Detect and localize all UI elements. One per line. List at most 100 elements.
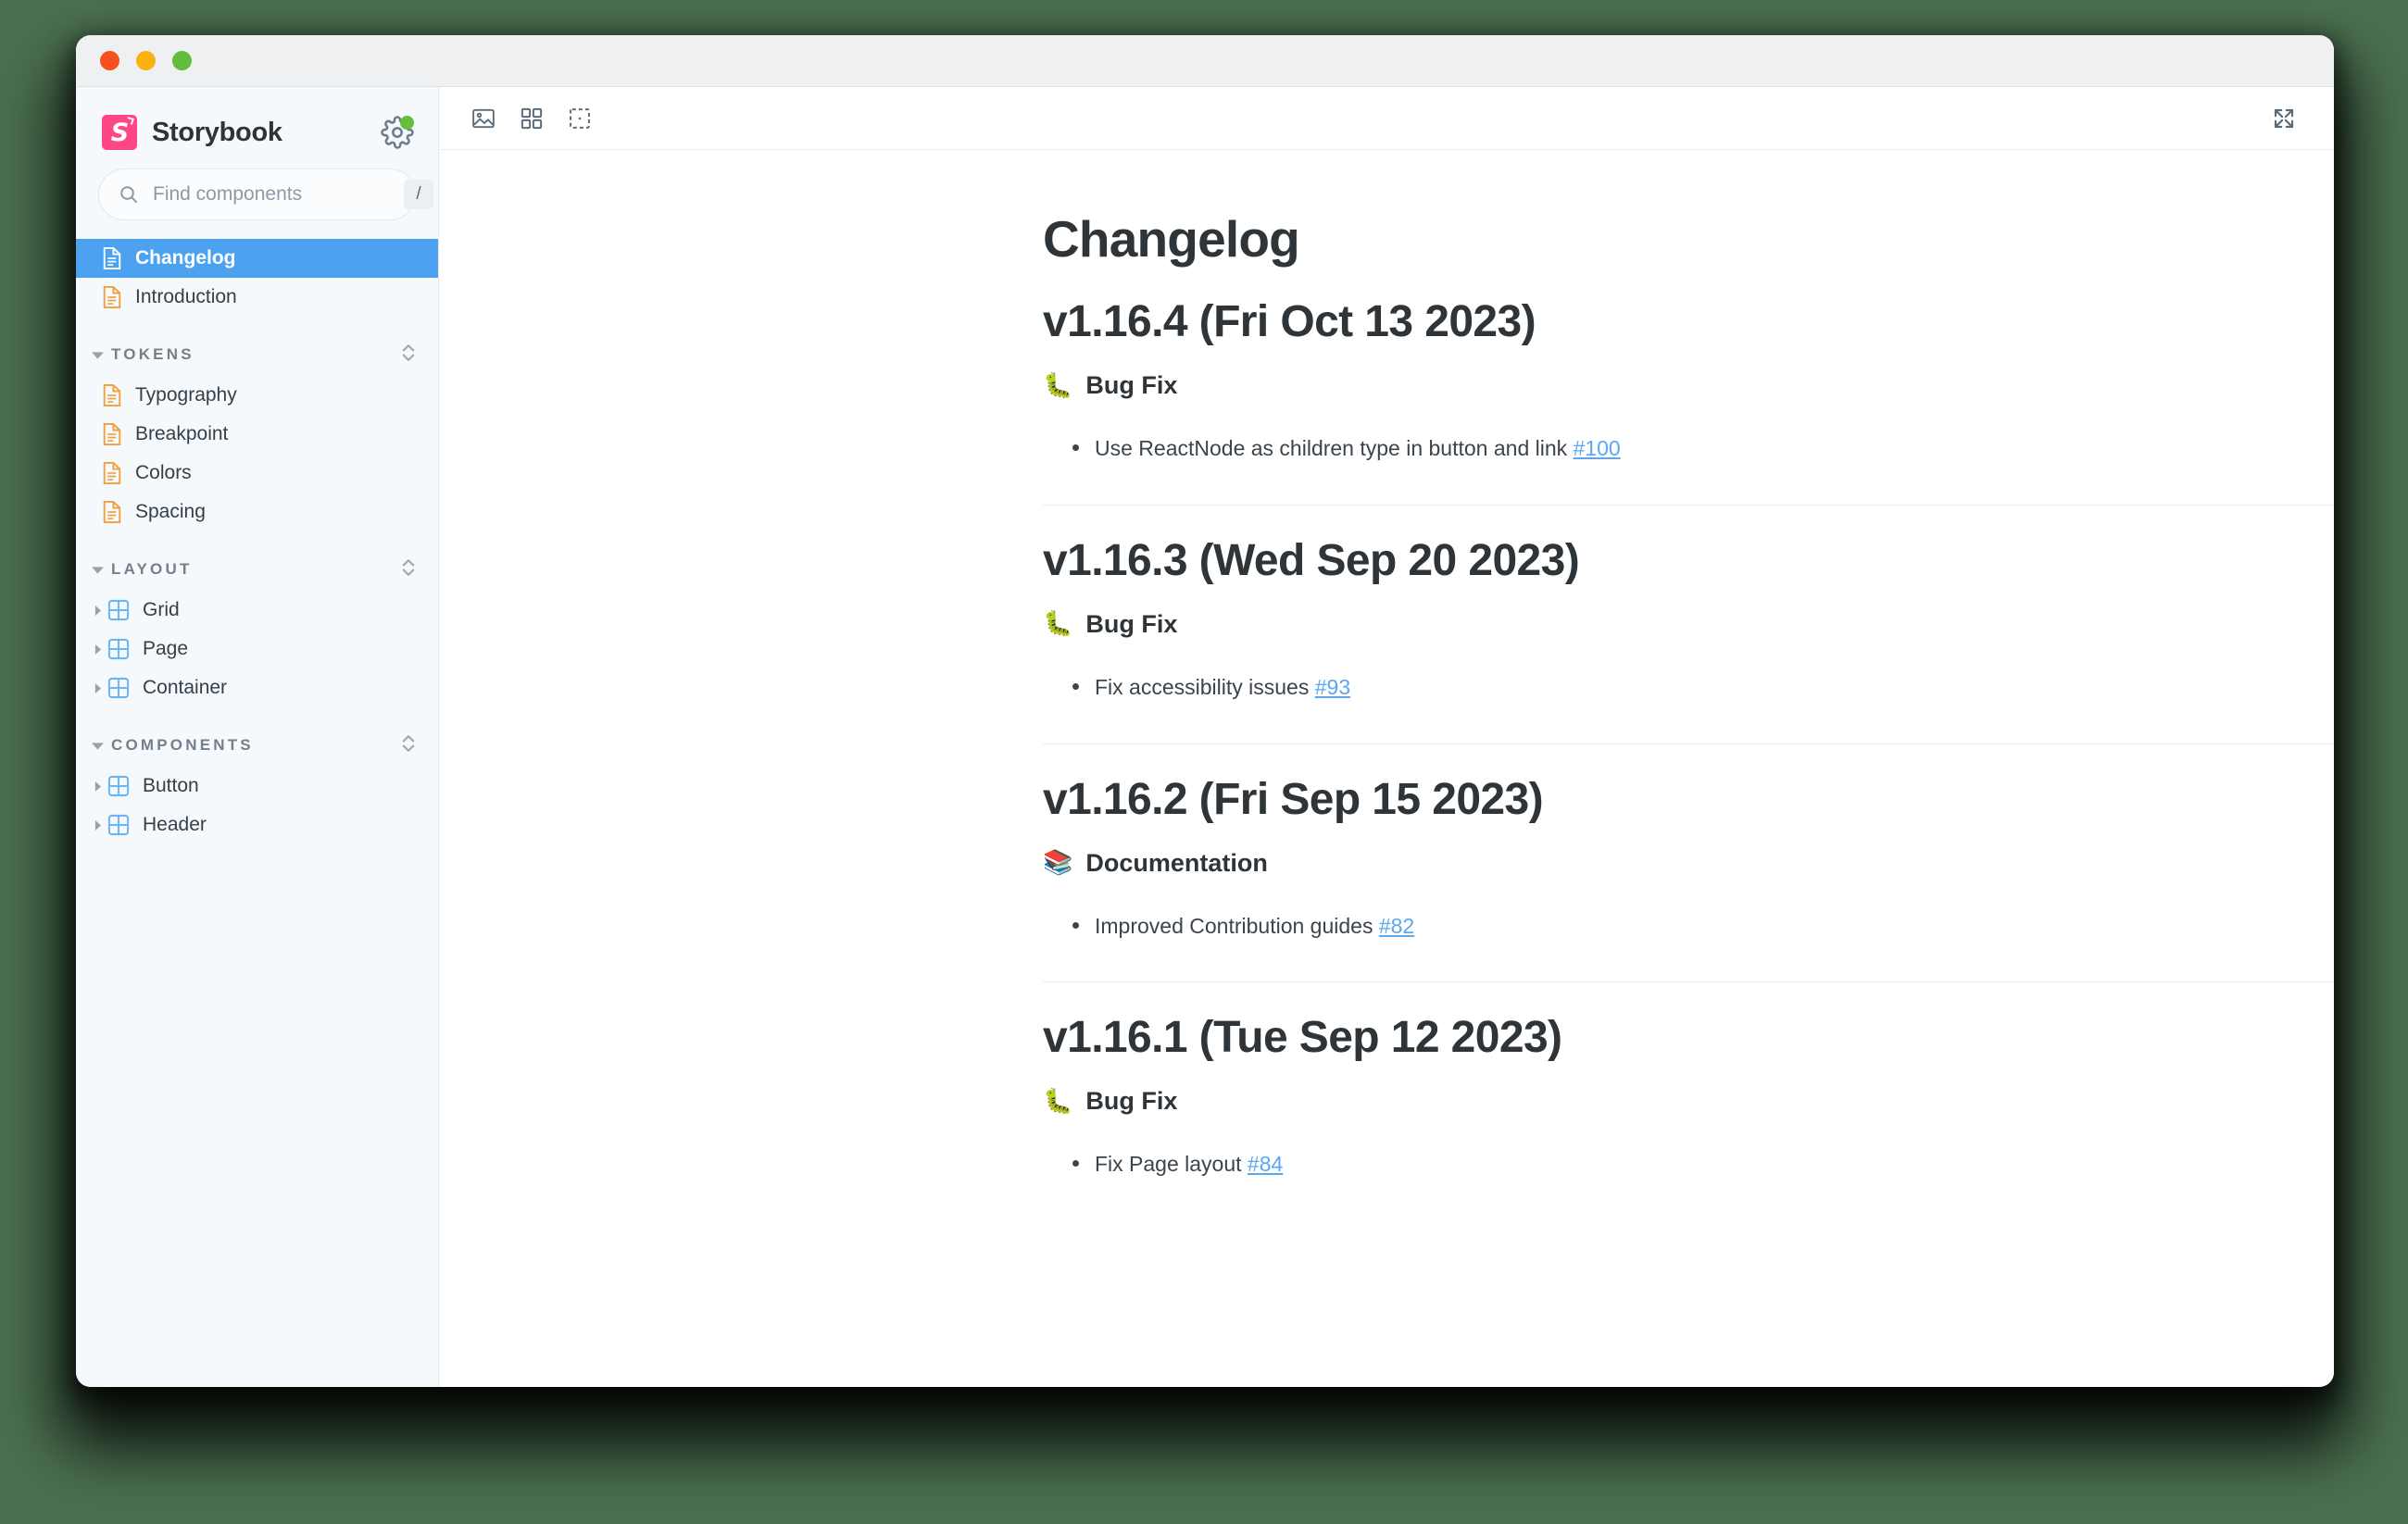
sidebar-group-layout[interactable]: LAYOUT: [76, 548, 438, 591]
pr-link[interactable]: #82: [1379, 914, 1414, 938]
release-section: v1.16.3 (Wed Sep 20 2023) 🐛 Bug Fix Fix …: [1043, 535, 2334, 748]
status-dot: [400, 116, 414, 130]
list-item: Improved Contribution guides #82: [1069, 909, 2278, 943]
fullscreen-icon: [2274, 108, 2294, 128]
section-divider: [1043, 743, 2334, 744]
change-list: Use ReactNode as children type in button…: [1069, 431, 2278, 466]
content-panel: Changelog v1.16.4 (Fri Oct 13 2023) 🐛 Bu…: [439, 87, 2334, 1387]
release-category: 🐛 Bug Fix: [1043, 371, 2278, 400]
list-item: Fix accessibility issues #93: [1069, 670, 2278, 705]
change-text: Fix accessibility issues: [1095, 674, 1310, 699]
grid-view-button[interactable]: [508, 96, 556, 141]
sidebar: S Storybook Find components / Changelog …: [76, 87, 439, 1387]
component-icon: [107, 775, 130, 797]
release-category-label: Bug Fix: [1085, 371, 1178, 399]
chevron-right-icon: [87, 682, 107, 693]
release-section: v1.16.2 (Fri Sep 15 2023) 📚 Documentatio…: [1043, 774, 2334, 987]
sidebar-item-breakpoint[interactable]: Breakpoint: [76, 415, 438, 454]
sort-toggle-icon[interactable]: [399, 731, 418, 760]
sidebar-item-colors[interactable]: Colors: [76, 454, 438, 493]
release-version: v1.16.2 (Fri Sep 15 2023): [1043, 774, 1544, 824]
section-divider: [1043, 504, 2334, 506]
doc-scroll-area[interactable]: Changelog v1.16.4 (Fri Oct 13 2023) 🐛 Bu…: [439, 150, 2334, 1387]
chevron-right-icon: [87, 605, 107, 616]
chevron-right-icon: [87, 819, 107, 831]
page-title: Changelog: [1043, 210, 1300, 268]
sidebar-item-grid[interactable]: Grid: [76, 591, 438, 630]
sidebar-item-introduction[interactable]: Introduction: [76, 278, 438, 317]
window-body: S Storybook Find components / Changelog …: [76, 87, 2334, 1387]
chevron-right-icon: [87, 643, 107, 655]
release-category: 🐛 Bug Fix: [1043, 1087, 2278, 1116]
search-input[interactable]: [153, 183, 404, 206]
sidebar-item-changelog[interactable]: Changelog: [76, 239, 438, 278]
sidebar-item-spacing[interactable]: Spacing: [76, 493, 438, 531]
measure-button[interactable]: [556, 96, 604, 141]
document-icon: [102, 285, 122, 309]
change-text: Use ReactNode as children type in button…: [1095, 436, 1568, 460]
sidebar-item-label: Container: [143, 677, 228, 698]
sidebar-item-typography[interactable]: Typography: [76, 376, 438, 415]
sidebar-group-label: COMPONENTS: [111, 736, 254, 754]
zoom-button[interactable]: [172, 51, 192, 70]
pr-link[interactable]: #100: [1574, 436, 1621, 460]
search-box[interactable]: /: [98, 169, 433, 220]
sort-toggle-icon[interactable]: [399, 341, 418, 369]
chevron-down-icon: [87, 564, 107, 576]
sidebar-brand[interactable]: S Storybook: [76, 98, 438, 163]
sidebar-item-label: Button: [143, 775, 199, 796]
release-version: v1.16.3 (Wed Sep 20 2023): [1043, 535, 1580, 585]
sidebar-item-label: Colors: [135, 462, 192, 483]
release-category: 📚 Documentation: [1043, 849, 2278, 878]
list-item: Use ReactNode as children type in button…: [1069, 431, 2278, 466]
minimize-button[interactable]: [136, 51, 156, 70]
sidebar-item-container[interactable]: Container: [76, 668, 438, 707]
component-icon: [107, 814, 130, 836]
sidebar-item-page[interactable]: Page: [76, 630, 438, 668]
image-icon: [472, 108, 495, 128]
sort-toggle-icon[interactable]: [399, 556, 418, 584]
bug-emoji-icon: 🐛: [1043, 1087, 1073, 1116]
release-category-label: Bug Fix: [1085, 1087, 1178, 1116]
close-button[interactable]: [100, 51, 119, 70]
sidebar-item-label: Grid: [143, 599, 180, 620]
sidebar-item-header[interactable]: Header: [76, 806, 438, 844]
bug-emoji-icon: 🐛: [1043, 610, 1073, 639]
section-divider: [1043, 981, 2334, 983]
sidebar-group-tokens[interactable]: TOKENS: [76, 333, 438, 376]
change-text: Improved Contribution guides: [1095, 913, 1373, 938]
measure-icon: [570, 107, 590, 129]
release-section: v1.16.4 (Fri Oct 13 2023) 🐛 Bug Fix Use …: [1043, 296, 2334, 509]
change-list: Improved Contribution guides #82: [1069, 909, 2278, 943]
fullscreen-button[interactable]: [2260, 96, 2308, 141]
sidebar-group-label: TOKENS: [111, 345, 194, 363]
app-window: S Storybook Find components / Changelog …: [76, 35, 2334, 1387]
component-icon: [107, 677, 130, 699]
sidebar-item-label: Spacing: [135, 501, 206, 522]
search-container: /: [76, 163, 438, 237]
settings-button[interactable]: [381, 116, 414, 149]
change-list: Fix Page layout #84: [1069, 1147, 2278, 1181]
chevron-down-icon: [87, 740, 107, 752]
release-category-label: Bug Fix: [1085, 609, 1178, 638]
document-icon: [102, 246, 122, 270]
document-icon: [102, 461, 122, 485]
sidebar-item-label: Breakpoint: [135, 423, 229, 444]
chevron-down-icon: [87, 349, 107, 361]
release-version: v1.16.1 (Tue Sep 12 2023): [1043, 1013, 1562, 1063]
pr-link[interactable]: #84: [1248, 1152, 1283, 1176]
pr-link[interactable]: #93: [1315, 675, 1350, 699]
sidebar-group-label: LAYOUT: [111, 560, 193, 578]
component-icon: [107, 599, 130, 621]
brand-name: Storybook: [152, 117, 282, 147]
sidebar-item-button[interactable]: Button: [76, 767, 438, 806]
sidebar-item-label: Typography: [135, 384, 237, 406]
sidebar-tree: Changelog Introduction TOKENS Typography…: [76, 237, 438, 1387]
chevron-right-icon: [87, 781, 107, 792]
image-snapshot-button[interactable]: [459, 96, 508, 141]
storybook-logo-icon: S: [102, 115, 137, 150]
sidebar-item-label: Page: [143, 638, 189, 659]
component-icon: [107, 638, 130, 660]
sidebar-group-components[interactable]: COMPONENTS: [76, 724, 438, 767]
search-icon: [118, 183, 140, 206]
